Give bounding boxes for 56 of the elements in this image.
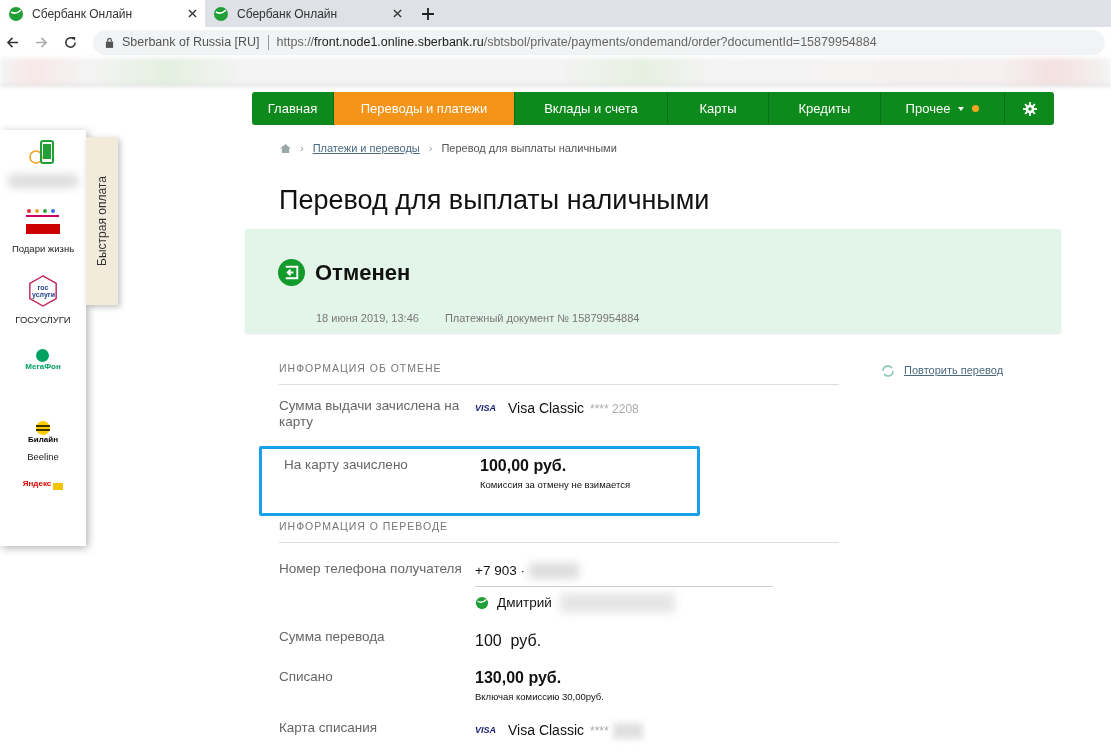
visa-logo: VISA (475, 402, 496, 415)
reload-icon[interactable] (64, 36, 77, 49)
back-icon[interactable] (6, 36, 19, 49)
browser-tab[interactable]: Сбербанк Онлайн (0, 0, 205, 27)
card-name: Visa Classic (508, 399, 584, 419)
quick-pay-label[interactable]: Подари жизнь (11, 241, 75, 256)
sber-logo-icon (475, 595, 489, 610)
blurred-redaction (528, 563, 579, 580)
nav-tab[interactable]: Кредиты (769, 92, 881, 125)
quick-pay-tab[interactable]: Быстрая оплата (86, 137, 118, 305)
page-title: Перевод для выплаты наличными (279, 183, 711, 216)
card-name: Visa Classic (508, 721, 584, 740)
address-bar[interactable]: Sberbank of Russia [RU] https://front.node1.online.sberbank.ru/sbtsbol/private/payments/ondemand/order?documentId=15879954884 (93, 30, 1105, 55)
transfer-date: 18 июня 2019, 13:46 (316, 310, 419, 326)
tab-title: Сбербанк Онлайн (237, 5, 339, 23)
amount-note: Включая комиссию 30,00руб. (475, 689, 605, 704)
close-icon[interactable] (188, 9, 197, 18)
sber-logo-icon (8, 5, 24, 22)
url-text: https://front.node1.online.sberbank.ru/sbtsbol/private/payments/ondemand/order?documentId=15879954884 (276, 34, 877, 52)
amount-note: Комиссия за отмену не взимается (480, 478, 632, 493)
site-identity: Sberbank of Russia [RU] (122, 34, 260, 52)
field-label: Сумма перевода (279, 628, 386, 646)
document-number: Платежный документ № 15879954884 (444, 310, 640, 326)
repeat-transfer-link[interactable]: Повторить перевод (904, 362, 1004, 379)
cancel-status-icon (278, 258, 305, 286)
breadcrumb-link[interactable]: Платежи и переводы (312, 140, 420, 157)
amount-value: 130,00 руб. (475, 668, 563, 687)
nav-tab[interactable]: Карты (668, 92, 769, 125)
breadcrumb-separator: › (300, 141, 304, 156)
lock-icon (105, 37, 114, 48)
card-number: **** (590, 722, 609, 740)
amount-value: 100,00 руб. (480, 457, 568, 476)
section-heading: ИНФОРМАЦИЯ ОБ ОТМЕНЕ (279, 360, 839, 386)
phone-number: +7 903 · (475, 562, 525, 581)
field-label: На карту зачислено (284, 457, 409, 475)
section-heading: ИНФОРМАЦИЯ О ПЕРЕВОДЕ (279, 518, 839, 544)
sber-logo-icon (213, 5, 229, 22)
field-label: Списано (279, 668, 334, 686)
status-label: Отменен (315, 258, 411, 287)
breadcrumb-separator: › (428, 141, 433, 156)
close-icon[interactable] (393, 9, 402, 18)
field-label: Карта списания (279, 720, 379, 737)
card-number: **** 2208 (590, 400, 639, 418)
field-label: Сумма выдачи зачислена на карту (279, 398, 461, 431)
recipient-name: Дмитрий (497, 593, 552, 612)
amount-value: 100 руб. (475, 630, 543, 651)
new-tab-icon[interactable] (422, 8, 434, 20)
nav-tab[interactable]: Вклады и счета (515, 92, 668, 125)
breadcrumb-current: Перевод для выплаты наличными (441, 141, 617, 156)
quick-pay-label[interactable]: ГОСУСЛУГИ (15, 313, 71, 328)
quick-pay-label[interactable]: Beeline (27, 449, 59, 464)
field-label: Номер телефона получателя (279, 561, 463, 579)
visa-logo: VISA (475, 723, 496, 737)
tab-title: Сбербанк Онлайн (32, 5, 134, 23)
charity-logo-icon[interactable] (25, 207, 61, 236)
nav-tab[interactable]: Прочее (881, 92, 1005, 125)
